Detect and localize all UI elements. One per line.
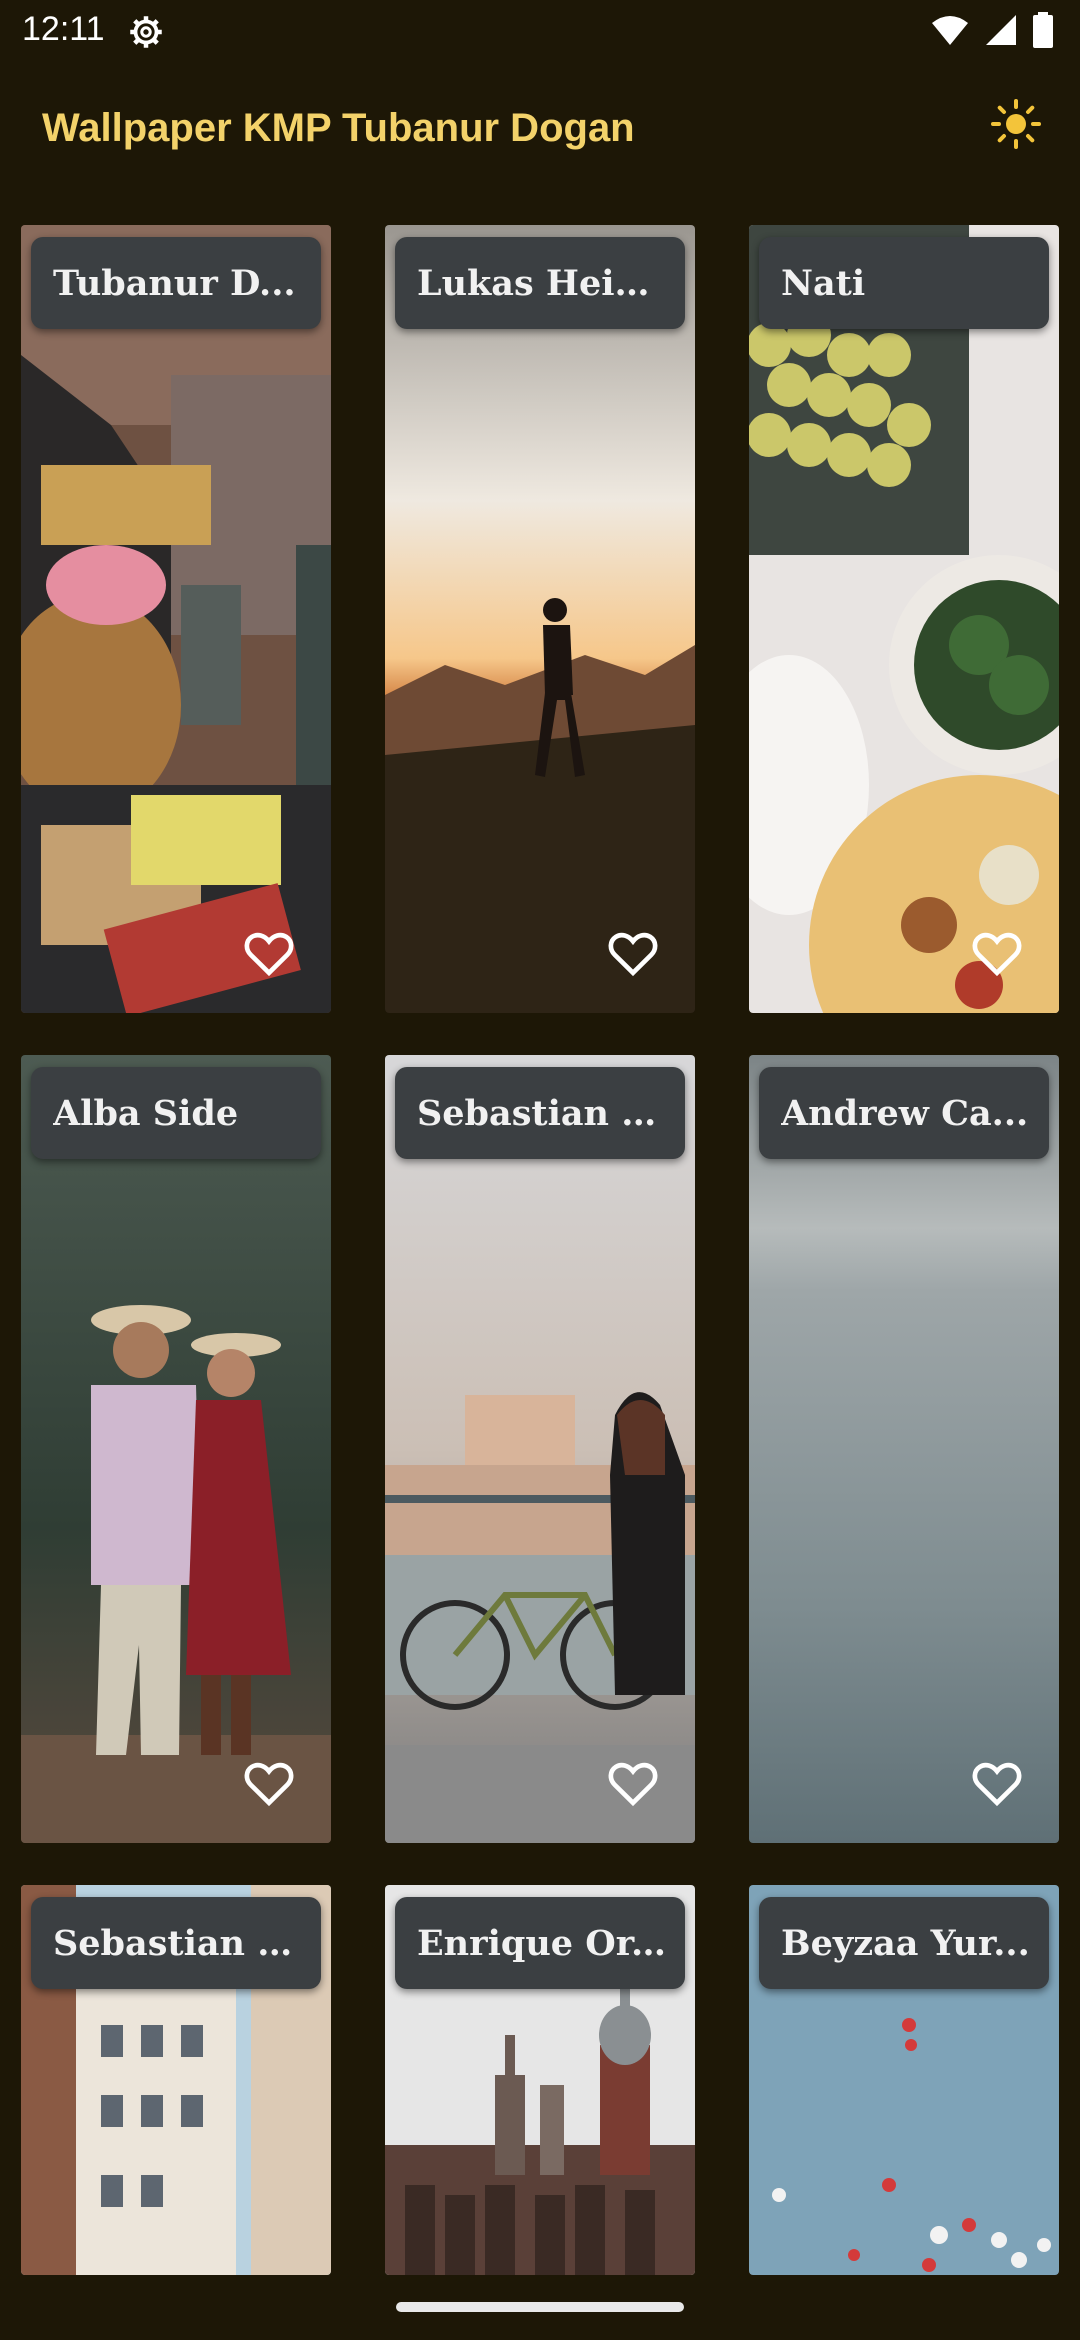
wallpaper-image [385, 225, 695, 1013]
author-chip: Enrique Or... [395, 1897, 685, 1989]
wallpaper-image [385, 1055, 695, 1843]
wallpaper-grid: Tubanur D... Lukas Hein... Nati Alba Sid… [0, 0, 1080, 2340]
wallpaper-card[interactable]: Sebastian L... [385, 1055, 695, 1843]
author-name: Andrew Ca... [781, 1092, 1029, 1134]
heart-outline-icon[interactable] [241, 1755, 297, 1811]
wallpaper-image [749, 225, 1059, 1013]
wallpaper-card[interactable]: Lukas Hein... [385, 225, 695, 1013]
heart-outline-icon[interactable] [241, 925, 297, 981]
gesture-nav-handle[interactable] [396, 2302, 684, 2312]
wallpaper-card[interactable]: Enrique Or... [385, 1885, 695, 2275]
author-name: Sebastian L... [53, 1922, 303, 1964]
heart-outline-icon[interactable] [969, 925, 1025, 981]
wallpaper-card[interactable]: Andrew Ca... [749, 1055, 1059, 1843]
author-name: Alba Side [53, 1092, 239, 1134]
author-chip: Beyzaa Yur... [759, 1897, 1049, 1989]
author-name: Lukas Hein... [417, 262, 667, 304]
author-name: Nati [781, 262, 866, 304]
wallpaper-card[interactable]: Nati [749, 225, 1059, 1013]
wallpaper-card[interactable]: Tubanur D... [21, 225, 331, 1013]
author-chip: Sebastian L... [395, 1067, 685, 1159]
heart-outline-icon[interactable] [605, 1755, 661, 1811]
author-name: Tubanur D... [53, 262, 296, 304]
author-name: Enrique Or... [417, 1922, 667, 1964]
author-name: Beyzaa Yur... [781, 1922, 1030, 1964]
heart-outline-icon[interactable] [969, 1755, 1025, 1811]
author-chip: Sebastian L... [31, 1897, 321, 1989]
author-chip: Andrew Ca... [759, 1067, 1049, 1159]
wallpaper-card[interactable]: Beyzaa Yur... [749, 1885, 1059, 2275]
author-chip: Nati [759, 237, 1049, 329]
author-chip: Tubanur D... [31, 237, 321, 329]
wallpaper-image [749, 1055, 1059, 1843]
wallpaper-image [21, 1055, 331, 1843]
heart-outline-icon[interactable] [605, 925, 661, 981]
wallpaper-image [21, 225, 331, 1013]
wallpaper-card[interactable]: Sebastian L... [21, 1885, 331, 2275]
author-chip: Lukas Hein... [395, 237, 685, 329]
author-chip: Alba Side [31, 1067, 321, 1159]
wallpaper-card[interactable]: Alba Side [21, 1055, 331, 1843]
author-name: Sebastian L... [417, 1092, 667, 1134]
